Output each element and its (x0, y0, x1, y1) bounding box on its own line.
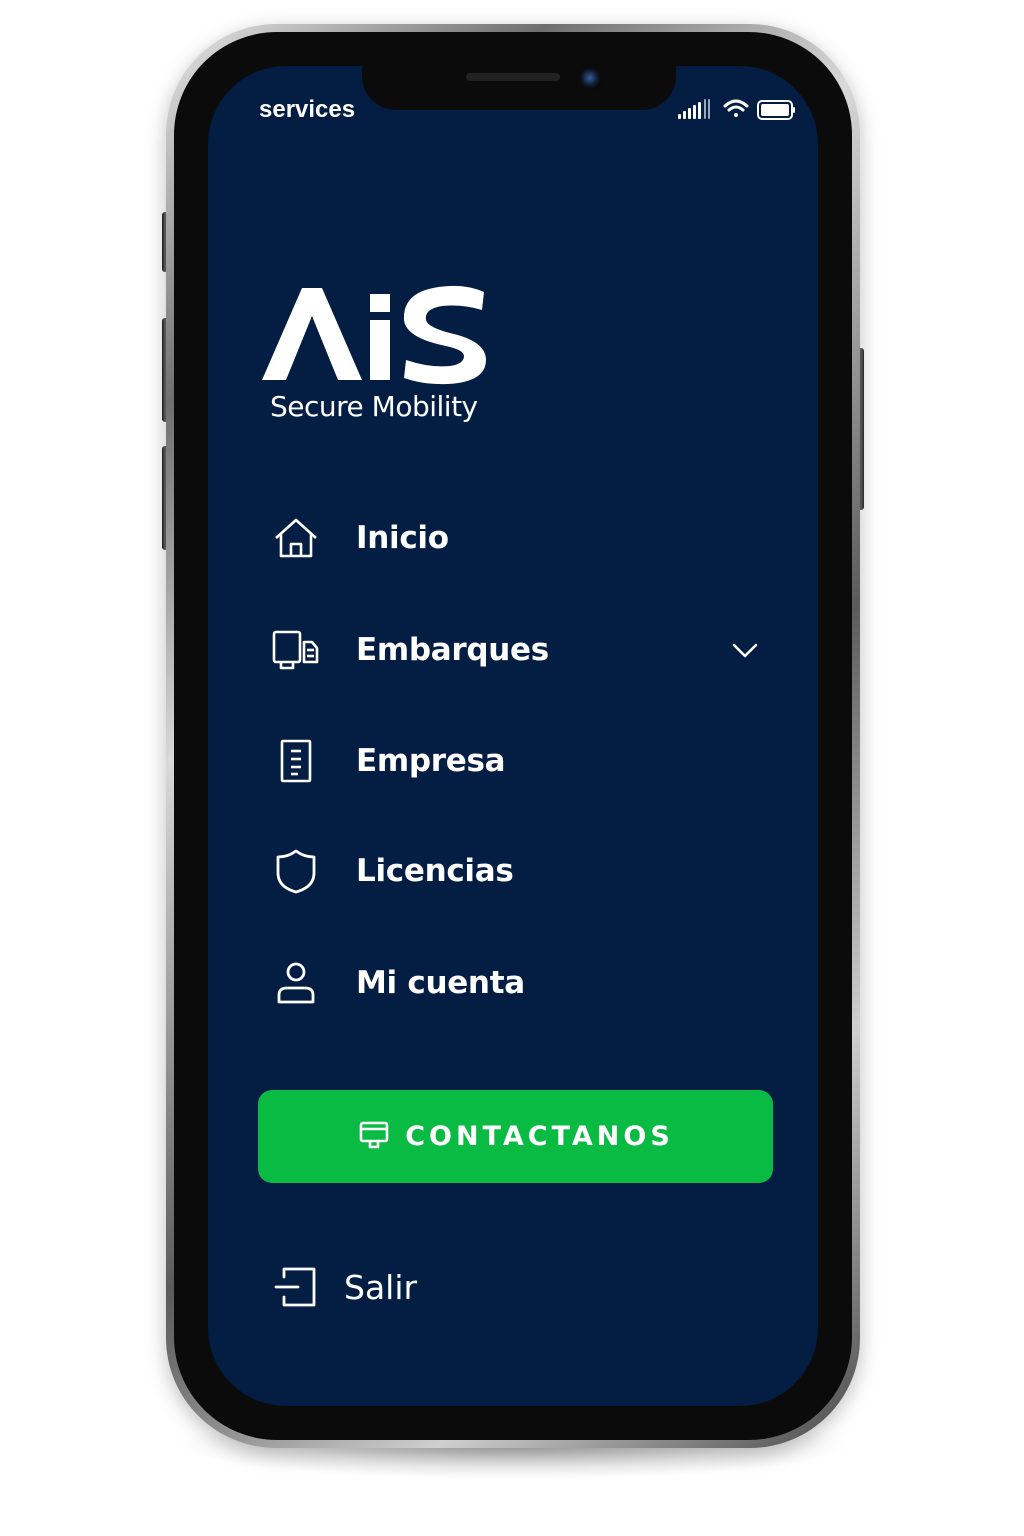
building-icon (266, 731, 326, 791)
logout-icon (272, 1263, 320, 1311)
status-carrier: services (259, 96, 356, 123)
front-camera (580, 68, 602, 90)
home-indicator (440, 1392, 590, 1397)
menu-label-empresa: Empresa (356, 743, 506, 779)
ais-logo-mark (262, 285, 486, 385)
stage: services Secure Mobility Inicio Embarque… (0, 0, 1024, 1536)
logout-label: Salir (344, 1267, 418, 1307)
menu-item-inicio[interactable]: Inicio (258, 503, 778, 573)
user-icon (266, 953, 326, 1013)
monitor-icon (357, 1119, 391, 1155)
chevron-down-icon[interactable] (730, 635, 760, 665)
menu-item-empresa[interactable]: Empresa (258, 726, 778, 796)
menu-label-embarques: Embarques (356, 632, 549, 668)
brand-tagline: Secure Mobility (270, 390, 478, 423)
notch (362, 60, 676, 110)
menu-label-inicio: Inicio (356, 520, 449, 556)
logout-button[interactable]: Salir (258, 1252, 558, 1322)
battery-icon (757, 100, 795, 120)
menu-item-embarques[interactable]: Embarques (258, 615, 778, 685)
status-icons-svg (678, 99, 795, 120)
signal-icon (678, 99, 710, 119)
wifi-icon (723, 99, 749, 117)
ais-logo (258, 282, 498, 392)
shipment-icon (266, 620, 326, 680)
menu-item-mi-cuenta[interactable]: Mi cuenta (258, 948, 778, 1018)
menu-label-licencias: Licencias (356, 853, 514, 889)
menu-item-licencias[interactable]: Licencias (258, 836, 778, 906)
speaker (466, 73, 560, 81)
contact-button-label: CONTACTANOS (405, 1121, 674, 1152)
menu-label-mi-cuenta: Mi cuenta (356, 965, 525, 1001)
contact-button[interactable]: CONTACTANOS (258, 1090, 773, 1183)
home-icon (266, 508, 326, 568)
shield-icon (266, 841, 326, 901)
status-icons (676, 96, 796, 124)
